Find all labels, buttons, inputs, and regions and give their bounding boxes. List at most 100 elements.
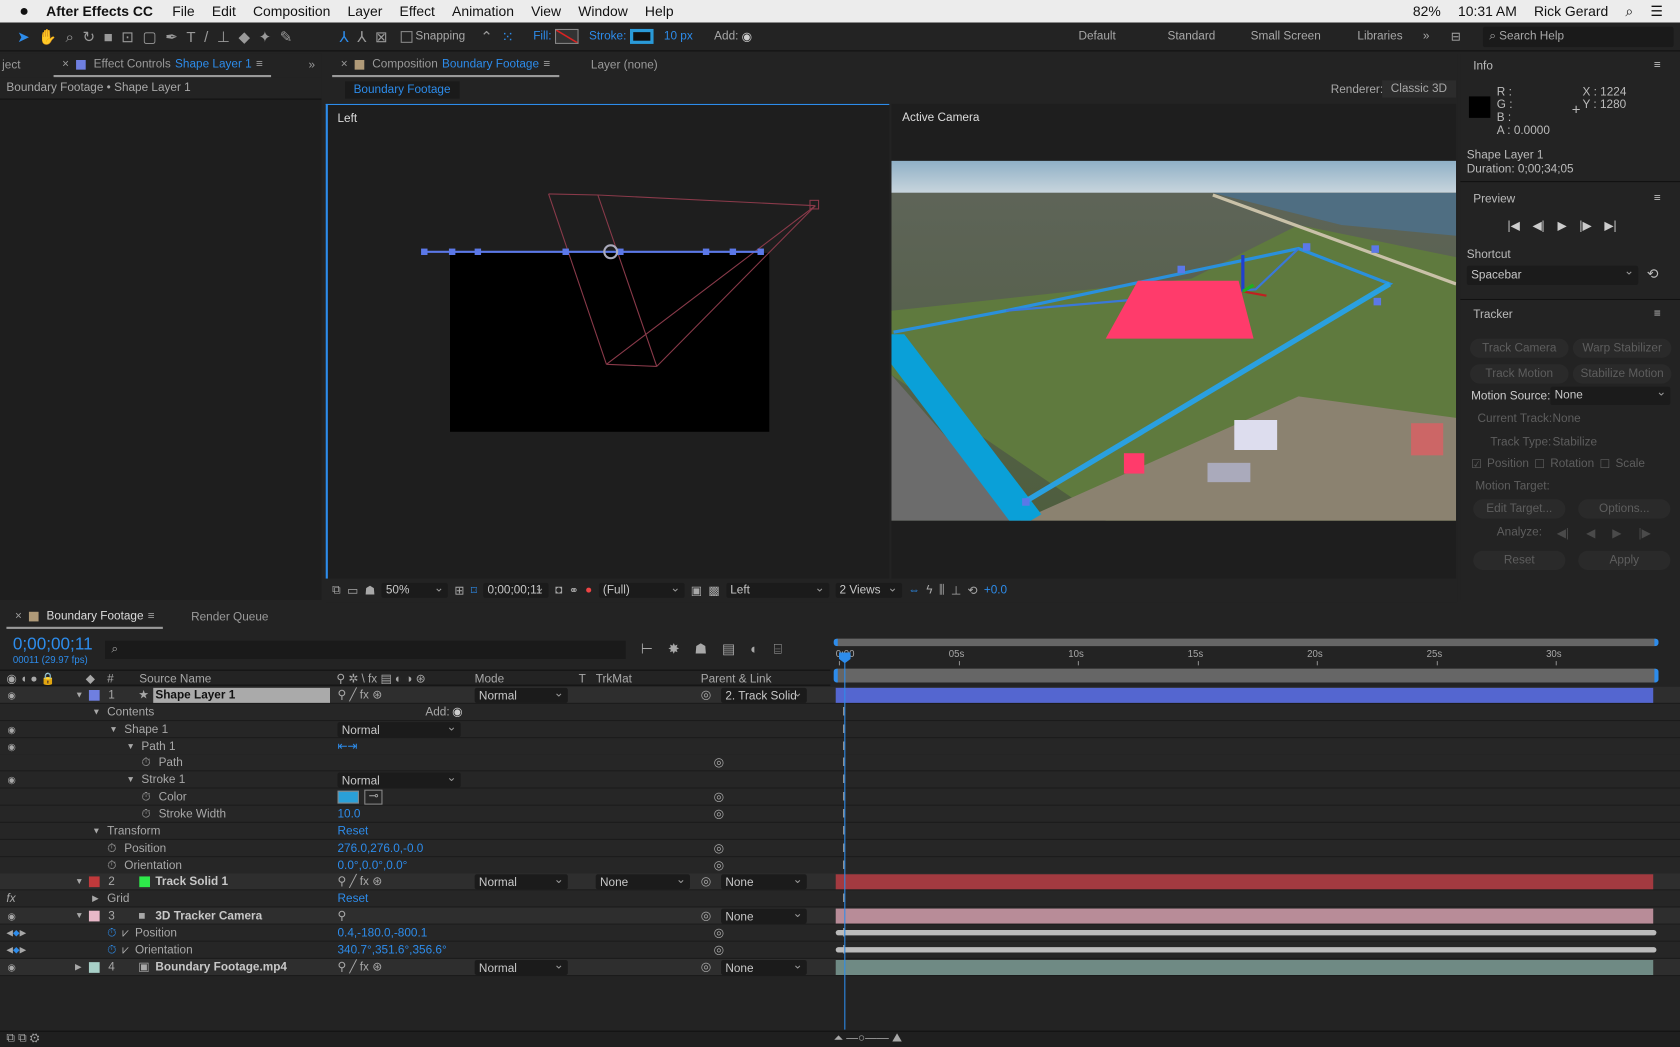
parent-dropdown[interactable]: None: [721, 906, 807, 924]
property-row[interactable]: ◀◆▶⏱⩗Orientation340.7°,351.6°,356.6°◎I: [0, 941, 1680, 959]
property-row[interactable]: ⏱Color⊸◎I: [0, 788, 1680, 806]
property-row[interactable]: ◉▼Stroke 1NormalI: [0, 771, 1680, 789]
layer-switches[interactable]: ⚲: [338, 909, 347, 924]
stopwatch-icon[interactable]: ⏱: [107, 858, 116, 873]
analyze-back-frame-icon[interactable]: ◀|: [1557, 526, 1569, 540]
stopwatch-icon[interactable]: ⏱: [107, 841, 116, 856]
twirl-down-icon[interactable]: ▼: [75, 875, 83, 890]
tab-layer[interactable]: Layer (none): [591, 59, 658, 72]
current-time-field[interactable]: 0;00;00;11: [483, 581, 549, 598]
twirl-down-icon[interactable]: ▼: [75, 688, 83, 703]
selection-tool-icon[interactable]: ➤: [17, 27, 30, 45]
shy-icon[interactable]: ☗: [695, 641, 707, 658]
blend-mode-dropdown[interactable]: Normal: [337, 771, 461, 788]
expression-pick-whip-icon[interactable]: ◎: [714, 756, 724, 771]
mask-path-icon[interactable]: ⌑: [471, 583, 477, 597]
menu-icon[interactable]: ≡: [1654, 192, 1661, 205]
time-navigator[interactable]: [833, 638, 1659, 647]
menu-file[interactable]: File: [172, 3, 194, 19]
3d-view-dropdown[interactable]: Left: [725, 581, 829, 598]
snap-edge-icon[interactable]: ⌃: [480, 27, 493, 45]
mode-dropdown[interactable]: Normal: [474, 957, 568, 975]
twirl-down-icon[interactable]: ▼: [126, 739, 134, 754]
effect-fx-icon[interactable]: fx: [6, 892, 15, 907]
menu-icon[interactable]: ≡: [1654, 308, 1661, 321]
twirl-down-icon[interactable]: ▼: [75, 909, 83, 924]
last-frame-icon[interactable]: ▶|: [1604, 219, 1616, 233]
snapshot-icon[interactable]: ◘: [555, 584, 562, 597]
brush-tool-icon[interactable]: /: [204, 28, 208, 45]
draft-3d-icon[interactable]: ✸: [668, 641, 680, 658]
property-value[interactable]: 340.7°,351.6°,356.6°: [338, 943, 447, 958]
zoom-slider[interactable]: ⏶ —○—— ⛰: [834, 1032, 902, 1046]
layer-switches[interactable]: ⚲ ╱ fx ⊛: [338, 875, 383, 890]
world-axis-icon[interactable]: ⅄: [357, 27, 366, 45]
graph-editor-icon[interactable]: ⌸: [774, 641, 782, 658]
track-type-dropdown[interactable]: Stabilize: [1553, 436, 1598, 449]
tab-composition[interactable]: × Composition Boundary Footage ≡: [332, 54, 559, 78]
rotation-checkbox[interactable]: ☐: [1534, 458, 1545, 472]
visibility-eye-icon[interactable]: ◉: [8, 722, 16, 737]
menu-help[interactable]: Help: [645, 3, 674, 19]
layer-duration-bar[interactable]: [835, 959, 1654, 975]
property-value[interactable]: 10.0: [338, 807, 361, 822]
mode-dropdown[interactable]: Normal: [474, 686, 568, 703]
rectangle-tool-icon[interactable]: ▢: [142, 27, 156, 45]
reset-exposure-icon[interactable]: ⟲: [968, 583, 978, 597]
reset-shortcut-icon[interactable]: ⟲: [1647, 266, 1659, 283]
clock[interactable]: 10:31 AM: [1458, 3, 1517, 19]
visibility-eye-icon[interactable]: ◉: [8, 739, 16, 754]
track-camera-button[interactable]: Track Camera: [1470, 338, 1569, 358]
menu-icon[interactable]: ≡: [148, 610, 155, 623]
stopwatch-icon[interactable]: ⏱: [141, 756, 150, 771]
first-frame-icon[interactable]: |◀: [1508, 219, 1520, 233]
menu-effect[interactable]: Effect: [400, 3, 435, 19]
graph-icon[interactable]: ⩗: [122, 926, 129, 941]
analyze-forward-frame-icon[interactable]: |▶: [1639, 526, 1651, 540]
transparency-grid-icon[interactable]: ▩: [708, 583, 719, 597]
add-icon[interactable]: ◉: [742, 29, 752, 44]
frame-blending-icon[interactable]: ▤: [722, 641, 735, 658]
rotate-tool-icon[interactable]: ↻: [83, 27, 96, 45]
label-color[interactable]: [88, 690, 100, 701]
layer-row[interactable]: ▼ 2 Track Solid 1 ⚲ ╱ fx ⊛ Normal None ◎ None: [0, 873, 1680, 891]
roto-tool-icon[interactable]: ✦: [259, 27, 272, 45]
eyedropper-icon[interactable]: ⊸: [364, 789, 383, 805]
layer-name[interactable]: Track Solid 1: [153, 875, 330, 890]
twirl-down-icon[interactable]: ▼: [126, 773, 134, 788]
current-time-display[interactable]: 0;00;00;11: [13, 635, 93, 654]
comp-flowchart-icon[interactable]: ⊢: [641, 641, 653, 658]
trkmat-dropdown[interactable]: None: [595, 873, 691, 890]
visibility-eye-icon[interactable]: ◉: [8, 960, 16, 975]
menu-icon[interactable]: ≡: [256, 58, 263, 71]
show-snapshot-icon[interactable]: ⚭: [569, 583, 579, 597]
play-icon[interactable]: ▶: [1557, 219, 1566, 233]
scale-checkbox[interactable]: ☐: [1600, 458, 1611, 472]
tab-timeline-boundary-footage[interactable]: × Boundary Footage ≡: [6, 605, 164, 629]
label-color[interactable]: [88, 910, 100, 922]
zoom-tool-icon[interactable]: ⌕: [66, 27, 74, 45]
add-label[interactable]: Add:: [425, 705, 449, 720]
analyze-backward-icon[interactable]: ◀: [1586, 526, 1595, 540]
local-axis-icon[interactable]: ⅄: [339, 27, 348, 45]
property-value[interactable]: 0.0°,0.0°,0.0°: [338, 858, 408, 873]
resolution-dropdown[interactable]: (Full): [598, 581, 685, 598]
close-icon[interactable]: ×: [15, 610, 22, 623]
snapping-checkbox[interactable]: [400, 30, 413, 43]
twirl-down-icon[interactable]: ▼: [92, 705, 100, 720]
menu-view[interactable]: View: [531, 3, 561, 19]
layer-switches-toggle-icon[interactable]: ⧉ ⧉ ⚙: [6, 1032, 39, 1046]
property-row[interactable]: ◀◆▶⏱⩗Position0.4,-180.0,-800.1◎I: [0, 924, 1680, 942]
pick-whip-icon[interactable]: ◎: [701, 688, 711, 703]
property-value[interactable]: 0.4,-180.0,-800.1: [338, 926, 428, 941]
next-frame-icon[interactable]: |▶: [1579, 219, 1591, 233]
battery-status[interactable]: 82%: [1413, 3, 1441, 19]
expression-pick-whip-icon[interactable]: ◎: [714, 943, 724, 958]
layer-name[interactable]: Boundary Footage.mp4: [153, 960, 330, 975]
layer-search-input[interactable]: ⌕: [105, 640, 626, 659]
stopwatch-icon[interactable]: ⏱: [141, 790, 150, 805]
stopwatch-icon[interactable]: ⏱: [107, 926, 116, 941]
twirl-down-icon[interactable]: ▼: [109, 722, 117, 737]
active-camera-view[interactable]: Active Camera: [891, 103, 1457, 579]
pan-behind-tool-icon[interactable]: ⊡: [121, 27, 134, 45]
